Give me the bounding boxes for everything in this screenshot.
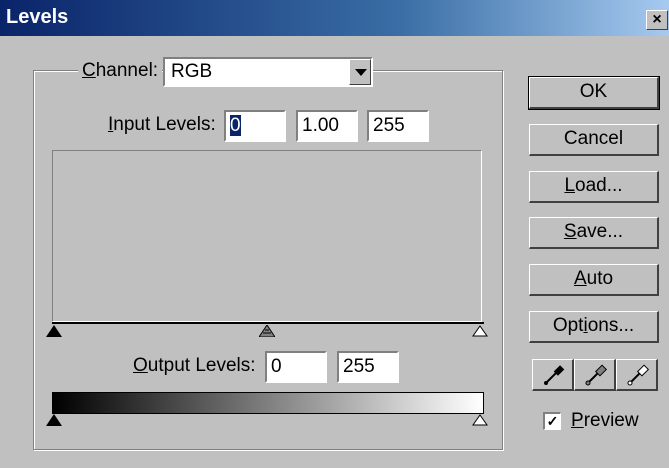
output-white-field[interactable]: 255 <box>337 351 399 383</box>
options-button[interactable]: Options... <box>529 311 659 343</box>
cancel-button[interactable]: Cancel <box>529 124 659 156</box>
white-eyedropper-icon <box>627 364 650 386</box>
white-eyedropper-button[interactable] <box>616 359 658 391</box>
output-gradient-bar <box>52 392 484 414</box>
gray-eyedropper-button[interactable] <box>574 359 616 391</box>
channel-value: RGB <box>171 61 213 82</box>
output-white-slider[interactable] <box>472 414 488 426</box>
load-button[interactable]: Load... <box>529 171 659 203</box>
chevron-down-icon[interactable] <box>349 59 371 85</box>
output-black-field[interactable]: 0 <box>265 351 327 383</box>
input-black-slider[interactable] <box>46 325 62 337</box>
black-eyedropper-button[interactable] <box>532 359 574 391</box>
histogram <box>52 150 482 322</box>
preview-label[interactable]: Preview <box>571 410 639 432</box>
channel-select[interactable]: RGB <box>163 57 373 87</box>
input-gamma-slider[interactable] <box>259 325 275 337</box>
close-button[interactable]: × <box>646 10 668 30</box>
input-black-field[interactable]: 0 <box>224 110 286 142</box>
preview-checkbox[interactable]: ✓ <box>543 412 561 430</box>
output-levels-label: Output Levels: <box>133 355 256 376</box>
input-white-slider[interactable] <box>472 325 488 337</box>
input-white-field[interactable]: 255 <box>367 110 429 142</box>
save-button[interactable]: Save... <box>529 217 659 249</box>
input-gamma-field[interactable]: 1.00 <box>296 110 358 142</box>
input-slider-track[interactable] <box>52 322 484 324</box>
output-black-slider[interactable] <box>46 414 62 426</box>
black-eyedropper-icon <box>544 365 565 385</box>
title-bar: Levels × <box>0 0 669 36</box>
input-levels-label: Input Levels: <box>108 114 216 135</box>
gray-eyedropper-icon <box>585 364 608 386</box>
window-title: Levels <box>6 6 69 28</box>
ok-button[interactable]: OK <box>528 76 660 110</box>
channel-label: Channel: <box>78 60 163 82</box>
auto-button[interactable]: Auto <box>529 264 659 296</box>
